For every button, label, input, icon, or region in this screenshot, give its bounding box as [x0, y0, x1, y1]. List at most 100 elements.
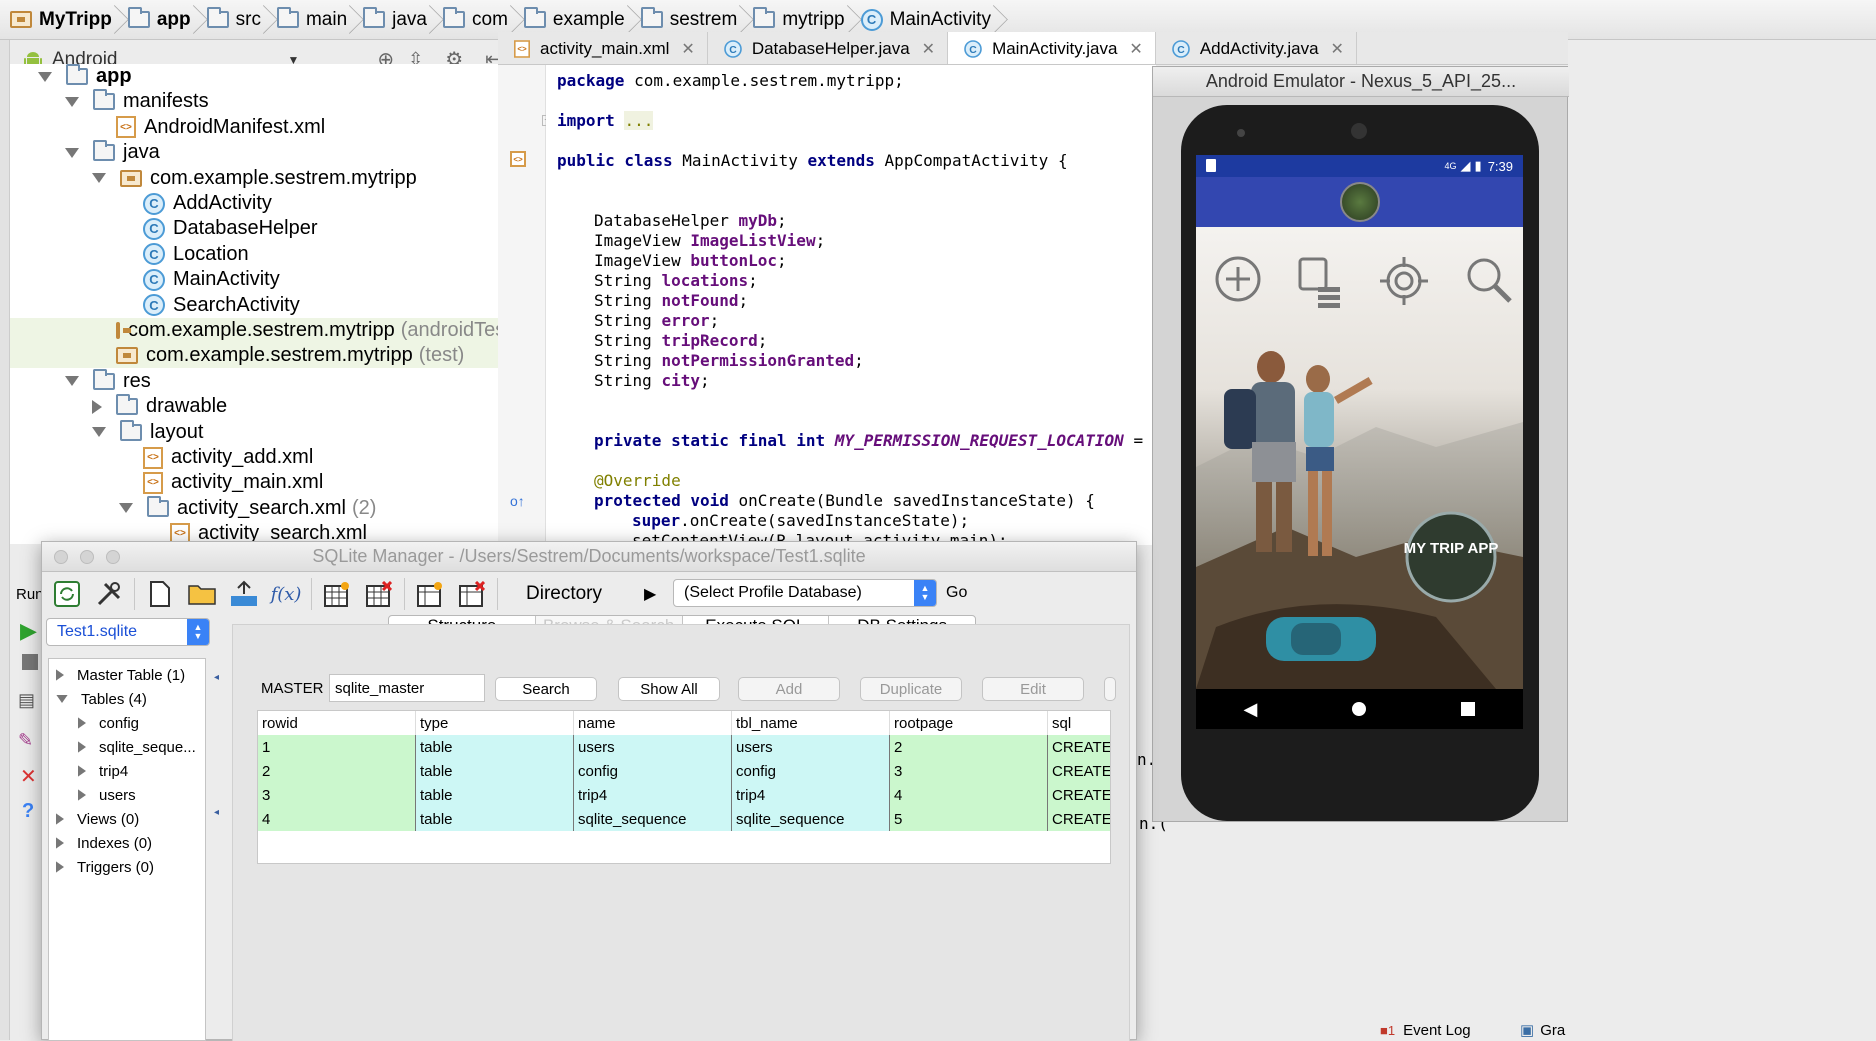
- table-cell[interactable]: CREATE: [1048, 735, 1110, 759]
- search-button[interactable]: Search: [495, 677, 597, 701]
- db-tree-item[interactable]: config: [77, 711, 139, 735]
- play-icon[interactable]: ▶: [644, 584, 656, 604]
- table-cell[interactable]: 4: [258, 807, 416, 831]
- open-db-icon[interactable]: [185, 577, 219, 611]
- column-header[interactable]: type: [416, 711, 574, 735]
- table-cell[interactable]: config: [574, 759, 732, 783]
- chevron-down-icon[interactable]: [119, 503, 133, 514]
- table-cell[interactable]: table: [416, 735, 574, 759]
- recents-icon[interactable]: [1461, 702, 1476, 716]
- db-tree-item[interactable]: Tables (4): [55, 687, 147, 711]
- chevron-down-icon[interactable]: [65, 147, 79, 158]
- edit-button[interactable]: Edit: [982, 677, 1084, 701]
- gradle-console-button[interactable]: ▣ Gra: [1520, 1020, 1565, 1040]
- db-tree-item[interactable]: trip4: [77, 759, 128, 783]
- table-cell[interactable]: 5: [890, 807, 1048, 831]
- editor-tab[interactable]: C DatabaseHelper.java ✕: [708, 32, 949, 64]
- table-cell[interactable]: 2: [258, 759, 416, 783]
- event-log-button[interactable]: ■1 Event Log: [1380, 1020, 1471, 1040]
- chevron-down-icon[interactable]: [92, 427, 106, 438]
- editor-tab[interactable]: <> activity_main.xml ✕: [498, 32, 708, 64]
- column-header[interactable]: tbl_name: [732, 711, 890, 735]
- chevron-right-icon[interactable]: [56, 669, 64, 681]
- table-cell[interactable]: CREATE: [1048, 759, 1110, 783]
- export-icon[interactable]: [227, 577, 261, 611]
- minimize-window-button[interactable]: [80, 550, 94, 564]
- breadcrumb-item[interactable]: MyTripp: [4, 0, 122, 39]
- chevron-down-icon[interactable]: [38, 71, 52, 82]
- tree-item[interactable]: res: [10, 368, 498, 394]
- db-tree-item[interactable]: users: [77, 783, 136, 807]
- chevron-right-icon[interactable]: [92, 399, 102, 414]
- tree-item[interactable]: <> activity_main.xml: [10, 470, 498, 495]
- tree-item[interactable]: C SearchActivity: [10, 293, 498, 318]
- phone-screen[interactable]: 4G ◢ ▮ 7:39 MY TRIP APP ◀: [1196, 155, 1523, 729]
- table-cell[interactable]: 2: [890, 735, 1048, 759]
- table-cell[interactable]: 3: [258, 783, 416, 807]
- back-icon[interactable]: ◀: [1244, 699, 1258, 720]
- tree-item[interactable]: layout: [10, 419, 498, 445]
- table-cell[interactable]: table: [416, 807, 574, 831]
- chevron-right-icon[interactable]: [78, 741, 86, 753]
- breadcrumb-item[interactable]: main: [271, 0, 357, 39]
- breadcrumb-item[interactable]: app: [122, 0, 201, 39]
- table-cell[interactable]: users: [574, 735, 732, 759]
- editor-tab[interactable]: C MainActivity.java ✕: [948, 32, 1156, 64]
- table-cell[interactable]: sqlite_sequence: [574, 807, 732, 831]
- drop-index-icon[interactable]: [455, 577, 489, 611]
- chevron-right-icon[interactable]: [78, 765, 86, 777]
- close-tab-icon[interactable]: ✕: [1129, 39, 1142, 59]
- tree-item[interactable]: C DatabaseHelper: [10, 216, 498, 241]
- chevron-right-icon[interactable]: [78, 717, 86, 729]
- tree-item[interactable]: app: [10, 64, 498, 89]
- table-cell[interactable]: table: [416, 783, 574, 807]
- add-circle-icon[interactable]: [1214, 255, 1262, 311]
- chevron-right-icon[interactable]: [56, 837, 64, 849]
- db-tree-item[interactable]: Views (0): [55, 807, 139, 831]
- table-cell[interactable]: config: [732, 759, 890, 783]
- function-icon[interactable]: f(x): [269, 577, 303, 611]
- db-tree-item[interactable]: Master Table (1): [55, 663, 185, 687]
- column-header[interactable]: name: [574, 711, 732, 735]
- refresh-icon[interactable]: [50, 577, 84, 611]
- chevron-down-icon[interactable]: [92, 173, 106, 184]
- tree-item[interactable]: C AddActivity: [10, 191, 498, 216]
- more-button[interactable]: [1104, 677, 1116, 701]
- table-cell[interactable]: 1: [258, 735, 416, 759]
- table-cell[interactable]: trip4: [732, 783, 890, 807]
- tree-item[interactable]: activity_search.xml (2): [10, 495, 498, 521]
- close-icon[interactable]: ✕: [20, 764, 37, 789]
- chevron-right-icon[interactable]: [56, 861, 64, 873]
- location-target-icon[interactable]: [1378, 255, 1430, 311]
- column-header[interactable]: sql: [1048, 711, 1110, 735]
- help-icon[interactable]: ?: [22, 800, 34, 823]
- import-folded[interactable]: ...: [624, 111, 654, 130]
- code-editor[interactable]: package com.example.sestrem.mytripp; imp…: [546, 65, 1156, 545]
- splitter-icon[interactable]: ◂: [214, 807, 219, 818]
- rerun-icon[interactable]: ▶: [20, 618, 37, 644]
- table-cell[interactable]: trip4: [574, 783, 732, 807]
- new-db-icon[interactable]: [143, 577, 177, 611]
- zoom-window-button[interactable]: [106, 550, 120, 564]
- tree-item[interactable]: C MainActivity: [10, 267, 498, 292]
- tree-item[interactable]: com.example.sestrem.mytripp(androidTest): [10, 318, 498, 343]
- layout-icon[interactable]: ▤: [18, 690, 35, 711]
- table-cell[interactable]: CREATE: [1048, 807, 1110, 831]
- home-icon[interactable]: [1352, 702, 1367, 716]
- db-tree-item[interactable]: Triggers (0): [55, 855, 154, 879]
- search-icon[interactable]: [1464, 255, 1514, 311]
- tree-item[interactable]: <> activity_add.xml: [10, 445, 498, 470]
- list-icon[interactable]: [1296, 255, 1344, 311]
- table-cell[interactable]: users: [732, 735, 890, 759]
- create-index-icon[interactable]: [413, 577, 447, 611]
- tree-item[interactable]: C Location: [10, 242, 498, 267]
- table-cell[interactable]: 4: [890, 783, 1048, 807]
- splitter-icon[interactable]: ◂: [214, 672, 219, 683]
- table-cell[interactable]: 3: [890, 759, 1048, 783]
- close-tab-icon[interactable]: ✕: [681, 39, 694, 59]
- tree-item[interactable]: com.example.sestrem.mytripp (test): [10, 343, 498, 369]
- tools-icon[interactable]: [92, 577, 126, 611]
- show-all-button[interactable]: Show All: [618, 677, 720, 701]
- tree-item[interactable]: drawable: [10, 394, 498, 419]
- editor-tab[interactable]: C AddActivity.java ✕: [1156, 32, 1357, 64]
